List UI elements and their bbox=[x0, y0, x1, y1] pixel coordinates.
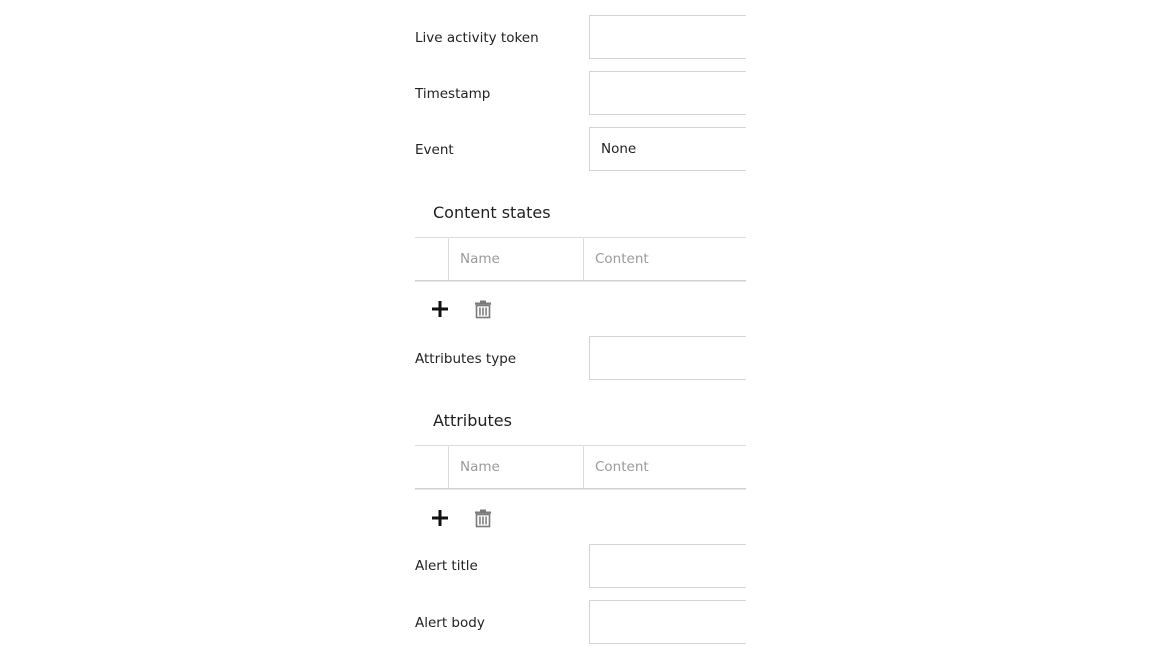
content-states-name-header[interactable]: Name bbox=[449, 238, 584, 280]
trash-icon bbox=[475, 300, 491, 319]
content-states-title: Content states bbox=[433, 203, 551, 222]
content-states-grid: Name Content bbox=[415, 237, 746, 282]
alert-body-field[interactable] bbox=[589, 600, 746, 644]
event-label: Event bbox=[415, 142, 454, 158]
attributes-add-button[interactable] bbox=[429, 507, 451, 529]
attributes-content-header-label: Content bbox=[595, 459, 649, 475]
attributes-select-column bbox=[415, 446, 449, 488]
live-activity-token-field[interactable] bbox=[589, 15, 746, 59]
attributes-delete-button[interactable] bbox=[472, 507, 494, 529]
attributes-type-field[interactable] bbox=[589, 336, 746, 380]
live-activity-token-label: Live activity token bbox=[415, 30, 539, 46]
plus-icon bbox=[432, 510, 448, 526]
timestamp-field[interactable] bbox=[589, 71, 746, 115]
alert-title-field[interactable] bbox=[589, 544, 746, 588]
attributes-grid-divider bbox=[415, 488, 746, 490]
attributes-name-header-label: Name bbox=[460, 459, 500, 475]
content-states-grid-divider bbox=[415, 280, 746, 282]
event-value: None bbox=[601, 141, 637, 157]
attributes-grid: Name Content bbox=[415, 445, 746, 490]
attributes-title: Attributes bbox=[433, 411, 512, 430]
alert-body-label: Alert body bbox=[415, 615, 485, 631]
content-states-add-button[interactable] bbox=[429, 298, 451, 320]
content-states-delete-button[interactable] bbox=[472, 298, 494, 320]
content-states-content-header[interactable]: Content bbox=[584, 238, 746, 280]
timestamp-label: Timestamp bbox=[415, 86, 491, 102]
content-states-content-header-label: Content bbox=[595, 251, 649, 267]
attributes-type-label: Attributes type bbox=[415, 351, 517, 367]
attributes-content-header[interactable]: Content bbox=[584, 446, 746, 488]
live-activity-form: Live activity token Timestamp Event None… bbox=[0, 0, 1166, 660]
content-states-name-header-label: Name bbox=[460, 251, 500, 267]
plus-icon bbox=[432, 301, 448, 317]
event-select[interactable]: None bbox=[589, 127, 746, 171]
attributes-name-header[interactable]: Name bbox=[449, 446, 584, 488]
trash-icon bbox=[475, 509, 491, 528]
content-states-select-column bbox=[415, 238, 449, 280]
alert-title-label: Alert title bbox=[415, 558, 478, 574]
